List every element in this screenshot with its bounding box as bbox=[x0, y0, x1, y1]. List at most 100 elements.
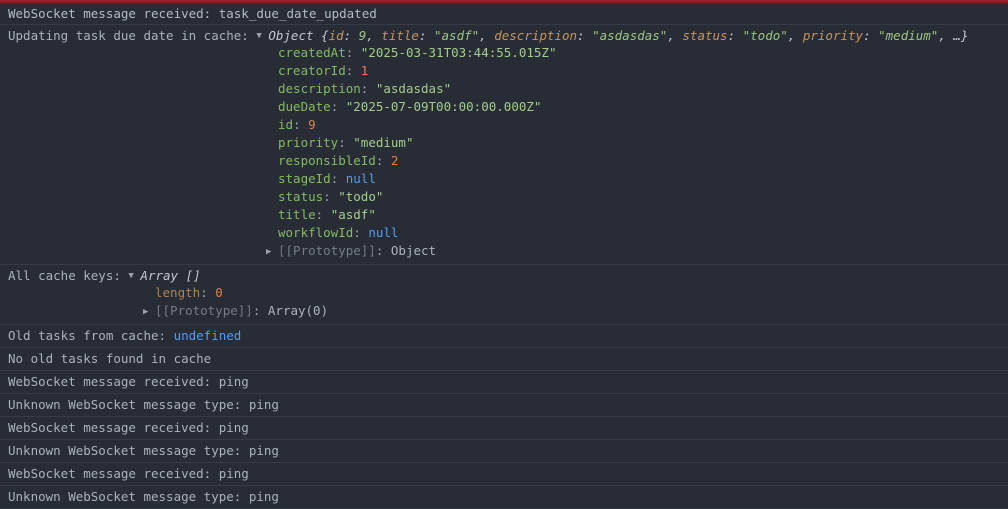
prototype-value: Array(0) bbox=[268, 303, 328, 318]
log-message: Unknown WebSocket message type: ping bbox=[8, 397, 279, 412]
property-value: "2025-03-31T03:44:55.015Z" bbox=[361, 45, 557, 60]
preview-punct: , bbox=[788, 28, 803, 43]
property-key: workflowId bbox=[278, 225, 353, 240]
preview-punct: , …} bbox=[938, 28, 968, 43]
property-separator: : bbox=[353, 225, 368, 240]
property-line: id: 9 bbox=[278, 116, 1000, 134]
preview-punct: : bbox=[419, 28, 434, 43]
prototype-row[interactable]: ▶[[Prototype]]: Object bbox=[266, 242, 1000, 260]
log-row-no-old-tasks: No old tasks found in cache bbox=[0, 348, 1008, 371]
array-preview-line: All cache keys: ▼Array [] bbox=[8, 268, 1000, 284]
log-message: Unknown WebSocket message type: ping bbox=[8, 489, 279, 504]
preview-value: "asdasdas" bbox=[592, 28, 667, 43]
property-separator: : bbox=[346, 63, 361, 78]
disclosure-collapsed-icon[interactable]: ▶ bbox=[266, 243, 278, 261]
preview-punct: : bbox=[863, 28, 878, 43]
property-key: id bbox=[278, 117, 293, 132]
log-message: Unknown WebSocket message type: ping bbox=[8, 443, 279, 458]
ping-log-rows: WebSocket message received: ping Unknown … bbox=[0, 371, 1008, 509]
preview-punct: : bbox=[728, 28, 743, 43]
property-separator: : bbox=[331, 171, 346, 186]
property-value: null bbox=[346, 171, 376, 186]
log-message: All cache keys: bbox=[8, 268, 128, 283]
log-row-websocket-task-due-date: WebSocket message received: task_due_dat… bbox=[0, 4, 1008, 25]
log-row-old-tasks: Old tasks from cache: undefined bbox=[0, 325, 1008, 348]
devtools-console-panel: WebSocket message received: task_due_dat… bbox=[0, 0, 1008, 509]
property-value: 0 bbox=[215, 285, 223, 300]
disclosure-expanded-icon[interactable]: ▼ bbox=[128, 269, 140, 284]
property-key: creatorId bbox=[278, 63, 346, 78]
property-separator: : bbox=[338, 135, 353, 150]
preview-key: title bbox=[381, 28, 419, 43]
preview-punct: , bbox=[479, 28, 494, 43]
property-key: title bbox=[278, 207, 316, 222]
log-message: WebSocket message received: ping bbox=[8, 374, 249, 389]
log-message: WebSocket message received: ping bbox=[8, 420, 249, 435]
property-line: stageId: null bbox=[278, 170, 1000, 188]
log-row-updating-task: Updating task due date in cache: ▼Object… bbox=[0, 25, 1008, 265]
disclosure-expanded-icon[interactable]: ▼ bbox=[256, 29, 268, 44]
log-row-all-cache-keys: All cache keys: ▼Array [] length: 0 ▶[[P… bbox=[0, 265, 1008, 325]
property-separator: : bbox=[323, 189, 338, 204]
property-separator: : bbox=[346, 45, 361, 60]
property-value: "medium" bbox=[353, 135, 413, 150]
property-separator: : bbox=[361, 81, 376, 96]
prototype-key: [[Prototype]] bbox=[155, 303, 253, 318]
log-row-ping: Unknown WebSocket message type: ping bbox=[0, 486, 1008, 509]
prototype-key: [[Prototype]] bbox=[278, 243, 376, 258]
prototype-value: Object bbox=[391, 243, 436, 258]
property-value: "asdasdas" bbox=[376, 81, 451, 96]
preview-key: description bbox=[494, 28, 577, 43]
property-key: length bbox=[155, 285, 200, 300]
property-key: dueDate bbox=[278, 99, 331, 114]
property-line: status: "todo" bbox=[278, 188, 1000, 206]
log-message: WebSocket message received: ping bbox=[8, 466, 249, 481]
preview-punct: : bbox=[577, 28, 592, 43]
property-line: title: "asdf" bbox=[278, 206, 1000, 224]
preview-value: "asdf" bbox=[434, 28, 479, 43]
property-key: description bbox=[278, 81, 361, 96]
log-message: Updating task due date in cache: bbox=[8, 28, 256, 43]
preview-key: status bbox=[682, 28, 727, 43]
property-line: createdAt: "2025-03-31T03:44:55.015Z" bbox=[278, 44, 1000, 62]
log-row-ping: WebSocket message received: ping bbox=[0, 371, 1008, 394]
array-properties: length: 0 bbox=[155, 284, 1000, 302]
property-separator: : bbox=[316, 207, 331, 222]
preview-punct: , bbox=[366, 28, 381, 43]
property-line: dueDate: "2025-07-09T00:00:00.000Z" bbox=[278, 98, 1000, 116]
log-message: WebSocket message received: task_due_dat… bbox=[8, 6, 377, 21]
preview-punct: , bbox=[667, 28, 682, 43]
array-preview: Array [] bbox=[140, 268, 200, 283]
property-value: "2025-07-09T00:00:00.000Z" bbox=[346, 99, 542, 114]
property-value: null bbox=[368, 225, 398, 240]
property-key: stageId bbox=[278, 171, 331, 186]
undefined-value: undefined bbox=[174, 328, 242, 343]
property-key: status bbox=[278, 189, 323, 204]
property-line: length: 0 bbox=[155, 284, 1000, 302]
property-value: "asdf" bbox=[331, 207, 376, 222]
property-separator: : bbox=[331, 99, 346, 114]
property-value: 9 bbox=[308, 117, 316, 132]
property-value: 2 bbox=[391, 153, 399, 168]
log-row-ping: Unknown WebSocket message type: ping bbox=[0, 440, 1008, 463]
property-value: 1 bbox=[361, 63, 369, 78]
disclosure-collapsed-icon[interactable]: ▶ bbox=[143, 303, 155, 321]
property-line: priority: "medium" bbox=[278, 134, 1000, 152]
preview-punct: { bbox=[321, 28, 329, 43]
object-preview-line: Updating task due date in cache: ▼Object… bbox=[8, 28, 1000, 44]
property-line: workflowId: null bbox=[278, 224, 1000, 242]
log-message: Old tasks from cache: bbox=[8, 328, 174, 343]
preview-punct: : bbox=[344, 28, 359, 43]
property-key: createdAt bbox=[278, 45, 346, 60]
preview-value: "todo" bbox=[743, 28, 788, 43]
preview-punct: Object bbox=[268, 28, 321, 43]
object-properties: createdAt: "2025-03-31T03:44:55.015Z"cre… bbox=[278, 44, 1000, 242]
preview-key: id bbox=[329, 28, 344, 43]
property-separator: : bbox=[200, 285, 215, 300]
log-row-ping: WebSocket message received: ping bbox=[0, 463, 1008, 486]
prototype-row[interactable]: ▶[[Prototype]]: Array(0) bbox=[143, 302, 1000, 320]
log-row-ping: WebSocket message received: ping bbox=[0, 417, 1008, 440]
log-row-ping: Unknown WebSocket message type: ping bbox=[0, 394, 1008, 417]
property-separator: : bbox=[293, 117, 308, 132]
property-line: responsibleId: 2 bbox=[278, 152, 1000, 170]
